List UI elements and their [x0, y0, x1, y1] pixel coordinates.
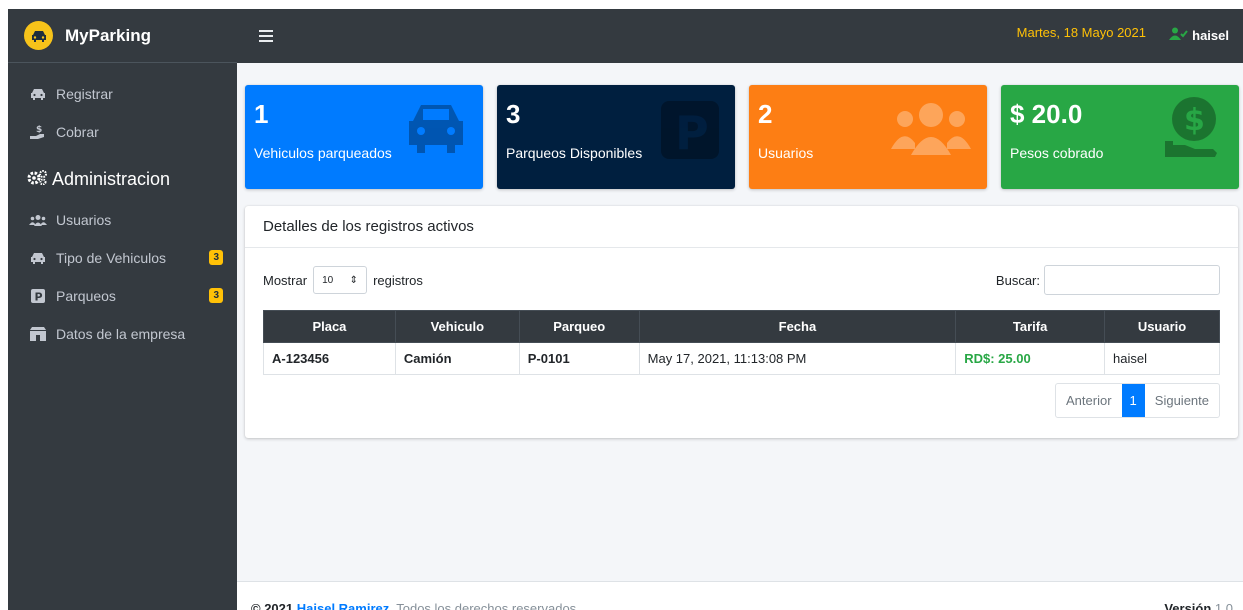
column-header[interactable]: Parqueo — [518, 310, 640, 343]
app-frame: MyParking Registrar $ Cobrar Administrac… — [8, 9, 1243, 610]
count-badge: 3 — [209, 288, 223, 303]
hand-dollar-icon: $ — [28, 124, 48, 140]
parking-icon: P — [661, 101, 719, 162]
stat-label: Vehiculos parqueados — [254, 145, 392, 161]
pagination-next[interactable]: Siguiente — [1145, 384, 1219, 417]
stat-value: 3 — [506, 99, 521, 129]
brand-link[interactable]: MyParking — [8, 9, 237, 63]
section-title: Administracion — [52, 168, 171, 189]
footer: © 2021 Haisel Ramirez. Todos los derecho… — [237, 581, 1243, 610]
stat-label: Parqueos Disponibles — [506, 145, 643, 161]
parking-icon: P — [28, 288, 48, 304]
show-suffix: registros — [373, 272, 423, 288]
show-label: Mostrar — [263, 272, 308, 288]
user-check-icon — [1169, 27, 1189, 43]
cell-fecha: May 17, 2021, 11:13:08 PM — [638, 342, 957, 375]
sidebar-item-cobrar[interactable]: $ Cobrar — [8, 113, 237, 151]
column-header[interactable]: Placa — [263, 310, 396, 343]
money-hand-icon: $ — [1165, 95, 1223, 164]
stat-box-parqueos: 3 Parqueos Disponibles P — [497, 85, 735, 189]
footer-version: Versión 1.0 — [1164, 601, 1233, 610]
cell-placa: A-123456 — [263, 342, 396, 375]
search-control: Buscar: — [996, 265, 1220, 295]
column-header[interactable]: Fecha — [638, 310, 957, 343]
sidebar-item-usuarios[interactable]: Usuarios — [8, 201, 237, 239]
table-row: A-123456 Camión P-0101 May 17, 2021, 11:… — [263, 342, 1220, 375]
card-title: Detalles de los registros activos — [245, 206, 1238, 248]
count-badge: 3 — [209, 250, 223, 265]
stat-box-usuarios: 2 Usuarios — [749, 85, 987, 189]
sidebar-item-parqueos[interactable]: P Parqueos 3 — [8, 277, 237, 315]
rights-text: . Todos los derechos reservados — [389, 601, 577, 610]
sidebar-item-label: Cobrar — [56, 124, 99, 140]
sidebar-item-label: Tipo de Vehiculos — [56, 250, 166, 266]
menu-toggle-icon[interactable] — [259, 30, 273, 42]
table-header-row: Placa Vehiculo Parqueo Fecha Tarifa Usua… — [263, 310, 1220, 343]
sidebar-nav: Registrar $ Cobrar Administracion Usuari… — [8, 63, 237, 353]
column-header[interactable]: Tarifa — [955, 310, 1106, 343]
users-icon — [891, 101, 971, 158]
sidebar-item-label: Parqueos — [56, 288, 116, 304]
svg-text:P: P — [675, 106, 709, 159]
stat-value: 2 — [758, 99, 773, 129]
search-input[interactable] — [1044, 265, 1220, 295]
cell-tarifa: RD$: 25.00 — [955, 342, 1106, 375]
car-icon — [28, 250, 48, 266]
table-controls: Mostrar 10 ⇕ registros Buscar: — [245, 248, 1238, 308]
sidebar: MyParking Registrar $ Cobrar Administrac… — [8, 9, 237, 610]
sidebar-item-datos-empresa[interactable]: Datos de la empresa — [8, 315, 237, 353]
column-header[interactable]: Vehiculo — [394, 310, 520, 343]
sidebar-item-label: Datos de la empresa — [56, 326, 186, 342]
page-length-control: Mostrar 10 ⇕ registros — [263, 266, 423, 294]
pagination: Anterior 1 Siguiente — [1055, 383, 1220, 418]
column-header[interactable]: Usuario — [1104, 310, 1220, 343]
page-length-select[interactable]: 10 ⇕ — [313, 266, 368, 294]
svg-text:P: P — [35, 291, 43, 304]
updown-caret-icon: ⇕ — [349, 274, 359, 286]
stat-value: $ 20.0 — [1010, 99, 1083, 129]
car-icon — [28, 86, 48, 102]
stat-label: Usuarios — [758, 145, 814, 161]
pagination-page[interactable]: 1 — [1121, 384, 1145, 417]
user-menu[interactable]: haisel — [1169, 27, 1229, 43]
records-table: Placa Vehiculo Parqueo Fecha Tarifa Usua… — [263, 310, 1220, 375]
version-label: Versión — [1164, 601, 1212, 610]
cell-vehiculo: Camión — [394, 342, 520, 375]
stat-label: Pesos cobrado — [1010, 145, 1104, 161]
footer-copyright: © 2021 Haisel Ramirez. Todos los derecho… — [251, 601, 576, 610]
cell-parqueo: P-0101 — [518, 342, 640, 375]
sidebar-item-registrar[interactable]: Registrar — [8, 75, 237, 113]
svg-text:$: $ — [1184, 103, 1205, 138]
building-icon — [28, 326, 48, 342]
page-length-value: 10 — [322, 274, 334, 286]
copyright-year: © 2021 — [251, 601, 294, 610]
search-label: Buscar: — [995, 272, 1040, 288]
users-icon — [28, 212, 48, 228]
sidebar-item-label: Usuarios — [56, 212, 112, 228]
sidebar-item-label: Registrar — [56, 86, 113, 102]
pagination-previous[interactable]: Anterior — [1056, 384, 1122, 417]
author-link[interactable]: Haisel Ramirez — [297, 601, 390, 610]
car-icon — [405, 101, 467, 156]
version-number: 1.0 — [1214, 601, 1233, 610]
cell-usuario: haisel — [1104, 342, 1220, 375]
user-name: haisel — [1192, 27, 1229, 43]
current-date: Martes, 18 Mayo 2021 — [1016, 25, 1146, 40]
stat-value: 1 — [254, 99, 269, 129]
sidebar-section-admin: Administracion — [8, 157, 237, 201]
main-content: 1 Vehiculos parqueados 3 Parqueos Dispon… — [237, 63, 1243, 610]
stat-box-cobrado: $ 20.0 Pesos cobrado $ — [1001, 85, 1239, 189]
active-records-card: Detalles de los registros activos Mostra… — [245, 206, 1238, 438]
top-navbar: Martes, 18 Mayo 2021 haisel — [237, 9, 1243, 63]
brand-car-icon — [24, 21, 53, 50]
svg-text:$: $ — [36, 125, 42, 135]
stat-box-vehiculos: 1 Vehiculos parqueados — [245, 85, 483, 189]
cogs-icon — [26, 169, 48, 190]
sidebar-item-tipo-vehiculos[interactable]: Tipo de Vehiculos 3 — [8, 239, 237, 277]
brand-name: MyParking — [65, 25, 151, 45]
